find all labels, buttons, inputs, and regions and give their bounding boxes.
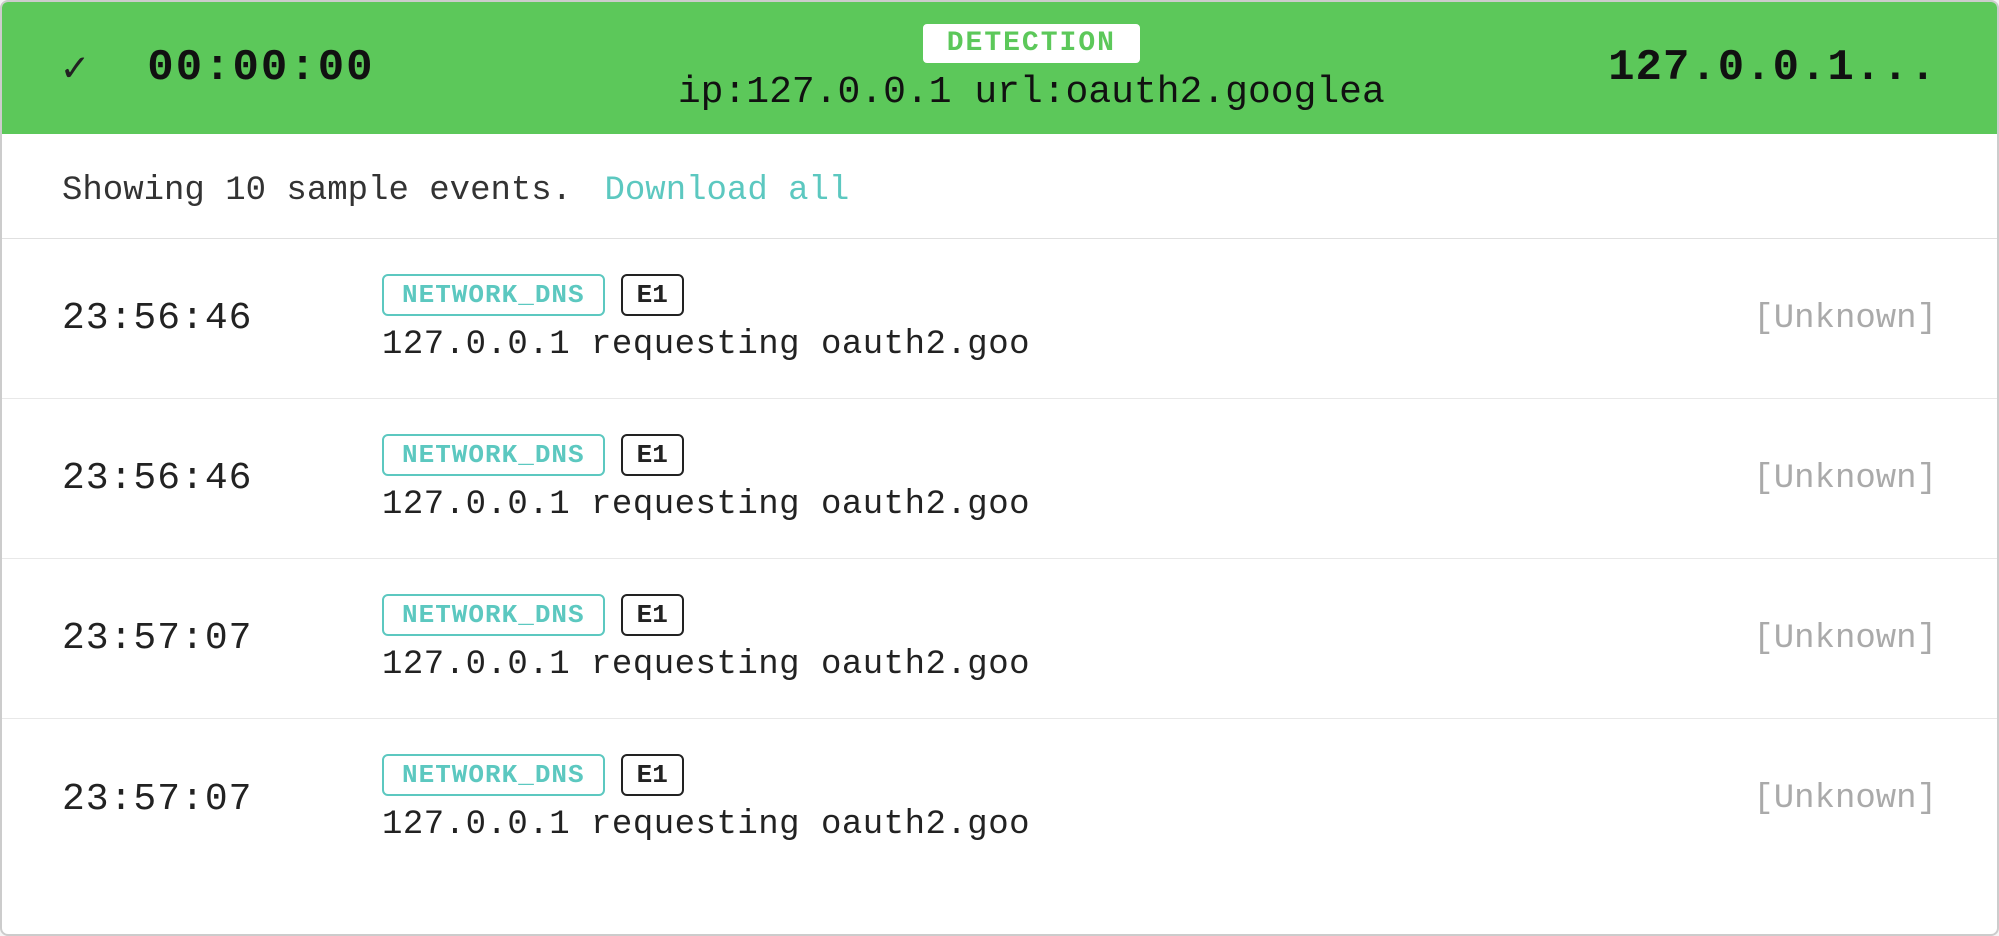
- event-details: NETWORK_DNS E1 127.0.0.1 requesting oaut…: [342, 274, 1717, 364]
- event-message: 127.0.0.1 requesting oauth2.goo: [382, 646, 1030, 684]
- header-description: ip:127.0.0.1 url:oauth2.googlea: [678, 71, 1385, 114]
- event-timestamp: 23:56:46: [62, 457, 342, 500]
- event-timestamp: 23:57:07: [62, 617, 342, 660]
- detection-badge: DETECTION: [921, 22, 1142, 65]
- event-status: [Unknown]: [1717, 620, 1937, 658]
- event-timestamp: 23:56:46: [62, 297, 342, 340]
- header-row: ✓ 00:00:00 DETECTION ip:127.0.0.1 url:oa…: [2, 2, 1997, 134]
- event-row: 23:56:46 NETWORK_DNS E1 127.0.0.1 reques…: [2, 239, 1997, 399]
- event-details: NETWORK_DNS E1 127.0.0.1 requesting oaut…: [342, 754, 1717, 844]
- network-dns-badge: NETWORK_DNS: [382, 754, 605, 796]
- info-bar: Showing 10 sample events. Download all: [2, 134, 1997, 239]
- e1-badge: E1: [621, 754, 684, 796]
- header-center: DETECTION ip:127.0.0.1 url:oauth2.google…: [455, 22, 1609, 114]
- event-details: NETWORK_DNS E1 127.0.0.1 requesting oaut…: [342, 594, 1717, 684]
- event-row: 23:57:07 NETWORK_DNS E1 127.0.0.1 reques…: [2, 719, 1997, 879]
- header-ip: 127.0.0.1...: [1608, 43, 1937, 93]
- sample-count-text: Showing 10 sample events.: [62, 172, 572, 210]
- e1-badge: E1: [621, 434, 684, 476]
- e1-badge: E1: [621, 594, 684, 636]
- event-badges: NETWORK_DNS E1: [382, 274, 684, 316]
- event-badges: NETWORK_DNS E1: [382, 754, 684, 796]
- network-dns-badge: NETWORK_DNS: [382, 434, 605, 476]
- network-dns-badge: NETWORK_DNS: [382, 274, 605, 316]
- event-status: [Unknown]: [1717, 300, 1937, 338]
- download-all-link[interactable]: Download all: [605, 172, 850, 210]
- event-message: 127.0.0.1 requesting oauth2.goo: [382, 326, 1030, 364]
- event-details: NETWORK_DNS E1 127.0.0.1 requesting oaut…: [342, 434, 1717, 524]
- event-message: 127.0.0.1 requesting oauth2.goo: [382, 486, 1030, 524]
- event-badges: NETWORK_DNS E1: [382, 594, 684, 636]
- event-row: 23:56:46 NETWORK_DNS E1 127.0.0.1 reques…: [2, 399, 1997, 559]
- header-timestamp: 00:00:00: [147, 43, 374, 93]
- event-row: 23:57:07 NETWORK_DNS E1 127.0.0.1 reques…: [2, 559, 1997, 719]
- event-badges: NETWORK_DNS E1: [382, 434, 684, 476]
- event-status: [Unknown]: [1717, 460, 1937, 498]
- event-timestamp: 23:57:07: [62, 778, 342, 821]
- events-table: 23:56:46 NETWORK_DNS E1 127.0.0.1 reques…: [2, 239, 1997, 879]
- event-status: [Unknown]: [1717, 780, 1937, 818]
- main-container: ✓ 00:00:00 DETECTION ip:127.0.0.1 url:oa…: [0, 0, 1999, 936]
- e1-badge: E1: [621, 274, 684, 316]
- event-message: 127.0.0.1 requesting oauth2.goo: [382, 806, 1030, 844]
- collapse-chevron-icon[interactable]: ✓: [62, 42, 87, 94]
- network-dns-badge: NETWORK_DNS: [382, 594, 605, 636]
